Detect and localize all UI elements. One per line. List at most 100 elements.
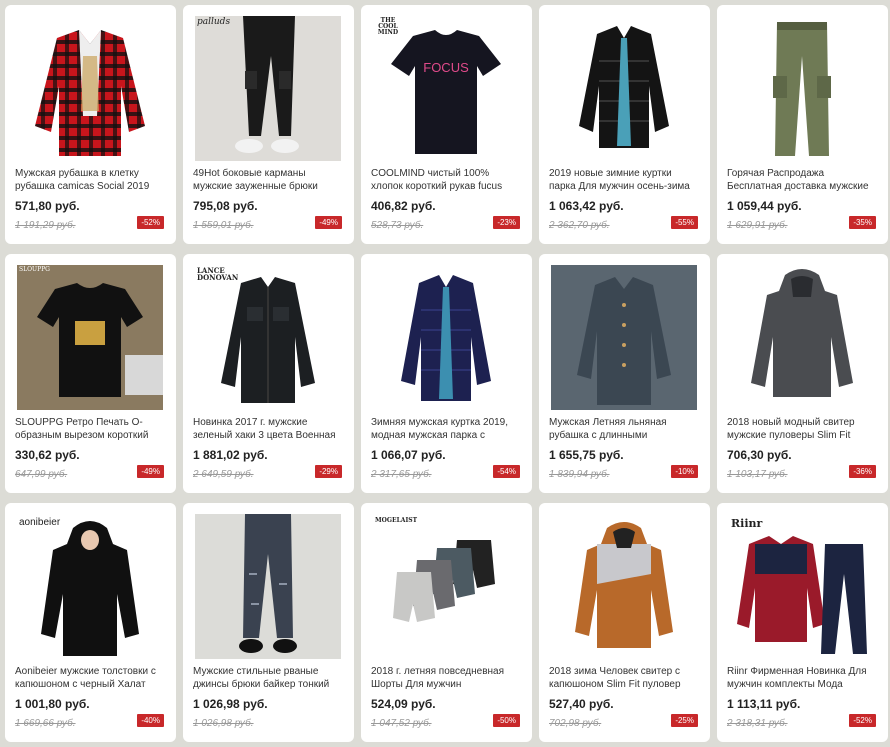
printed-tshirt-icon	[17, 265, 163, 410]
discount-badge: -49%	[137, 465, 164, 478]
brand-logo: THE COOL MIND	[377, 17, 399, 36]
discount-badge: -36%	[849, 465, 876, 478]
brand-logo: Riinr	[731, 517, 763, 530]
product-image[interactable]	[729, 265, 875, 410]
product-image[interactable]: LANCE DONOVAN	[195, 265, 341, 410]
product-title[interactable]: SLOUPPG Ретро Печать O-образным вырезом …	[15, 416, 167, 442]
product-price: 527,40 руб.	[549, 697, 614, 711]
product-old-price: 2 318,31 руб.	[727, 718, 788, 729]
product-card[interactable]: LANCE DONOVAN Новинка 2017 г. мужские зе…	[183, 254, 354, 493]
product-card[interactable]: 2018 зима Человек свитер с капюшоном Sli…	[539, 503, 710, 742]
product-old-price: 1 669,66 руб.	[15, 718, 76, 729]
product-title[interactable]: Riinr Фирменная Новинка Для мужчин компл…	[727, 665, 879, 691]
product-title[interactable]: 49Hot боковые карманы мужские зауженные …	[193, 167, 345, 193]
discount-badge: -50%	[493, 714, 520, 727]
product-card[interactable]: Зимняя мужская куртка 2019, модная мужск…	[361, 254, 532, 493]
product-image[interactable]: palluds	[195, 16, 341, 161]
discount-badge: -52%	[137, 216, 164, 229]
product-title[interactable]: Новинка 2017 г. мужские зеленый хаки 3 ц…	[193, 416, 345, 442]
product-card[interactable]: Горячая Распродажа Бесплатная доставка м…	[717, 5, 888, 244]
product-card[interactable]: palluds 49Hot боковые карманы мужские за…	[183, 5, 354, 244]
product-card[interactable]: 2019 новые зимние куртки парка Для мужчи…	[539, 5, 710, 244]
red-plaid-shirt-icon	[35, 30, 145, 156]
linen-shirt-icon	[551, 265, 697, 410]
navy-puffer-jacket-icon	[401, 275, 491, 401]
product-price: 1 113,11 руб.	[727, 697, 801, 711]
discount-badge: -25%	[671, 714, 698, 727]
discount-badge: -29%	[315, 465, 342, 478]
brand-logo: aonibeier	[19, 517, 61, 528]
product-old-price: 1 103,17 руб.	[727, 469, 788, 480]
product-title[interactable]: Мужские стильные рваные джинсы брюки бай…	[193, 665, 345, 691]
product-title[interactable]: Мужская Летняя льняная рубашка с длинным…	[549, 416, 701, 442]
discount-badge: -49%	[315, 216, 342, 229]
product-card[interactable]: aonibeier Aonibeier мужские толстовки с …	[5, 503, 176, 742]
black-long-hoodie-icon	[41, 521, 139, 656]
discount-badge: -54%	[493, 465, 520, 478]
product-card[interactable]: Мужская Летняя льняная рубашка с длинным…	[539, 254, 710, 493]
product-price: 1 655,75 руб.	[549, 448, 624, 462]
product-card[interactable]: Мужская рубашка в клетку рубашка camicas…	[5, 5, 176, 244]
product-image[interactable]	[729, 16, 875, 161]
product-price: 1 881,02 руб.	[193, 448, 268, 462]
product-price: 524,09 руб.	[371, 697, 436, 711]
grey-hoodie-icon	[751, 269, 853, 397]
product-image[interactable]: aonibeier	[17, 514, 163, 659]
shirt-print-text: FOCUS	[423, 60, 469, 75]
product-price: 330,62 руб.	[15, 448, 80, 462]
brand-logo: palluds	[197, 17, 231, 27]
product-card[interactable]: MOGELAIST 2018 г. летняя повседневная Шо…	[361, 503, 532, 742]
product-price: 1 059,44 руб.	[727, 199, 802, 213]
product-image[interactable]	[551, 514, 697, 659]
black-puffer-jacket-icon	[579, 26, 669, 148]
discount-badge: -40%	[137, 714, 164, 727]
product-image[interactable]	[195, 514, 341, 659]
ripped-jeans-icon	[195, 514, 341, 659]
product-card[interactable]: SLOUPPG SLOUPPG Ретро Печать O-образным …	[5, 254, 176, 493]
product-old-price: 2 649,59 руб.	[193, 469, 254, 480]
orange-hoodie-icon	[575, 522, 673, 648]
product-price: 1 066,07 руб.	[371, 448, 446, 462]
product-old-price: 2 317,65 руб.	[371, 469, 432, 480]
product-old-price: 2 362,70 руб.	[549, 220, 610, 231]
discount-badge: -55%	[671, 216, 698, 229]
military-jacket-icon	[221, 277, 315, 403]
discount-badge: -10%	[671, 465, 698, 478]
product-card[interactable]: Мужские стильные рваные джинсы брюки бай…	[183, 503, 354, 742]
product-old-price: 528,73 руб.	[371, 220, 424, 231]
product-old-price: 1 559,01 руб.	[193, 220, 254, 231]
product-old-price: 1 191,29 руб.	[15, 220, 76, 231]
product-card[interactable]: 2018 новый модный свитер мужские пуловер…	[717, 254, 888, 493]
product-image[interactable]: Riinr	[729, 514, 875, 659]
product-title[interactable]: Aonibeier мужские толстовки с капюшоном …	[15, 665, 167, 691]
product-image[interactable]	[373, 265, 519, 410]
product-title[interactable]: Зимняя мужская куртка 2019, модная мужск…	[371, 416, 523, 442]
product-title[interactable]: 2019 новые зимние куртки парка Для мужчи…	[549, 167, 701, 193]
product-image[interactable]: SLOUPPG	[17, 265, 163, 410]
black-cargo-pants-icon	[195, 16, 341, 161]
discount-badge: -35%	[849, 216, 876, 229]
product-price: 795,08 руб.	[193, 199, 258, 213]
product-image[interactable]: MOGELAIST	[373, 514, 519, 659]
product-old-price: 1 839,94 руб.	[549, 469, 610, 480]
product-old-price: 647,99 руб.	[15, 469, 68, 480]
product-title[interactable]: 2018 зима Человек свитер с капюшоном Sli…	[549, 665, 701, 691]
product-title[interactable]: COOLMIND чистый 100% хлопок короткий рук…	[371, 167, 523, 193]
product-image[interactable]: FOCUS THE COOL MIND	[373, 16, 519, 161]
product-price: 706,30 руб.	[727, 448, 792, 462]
discount-badge: -23%	[493, 216, 520, 229]
product-title[interactable]: 2018 г. летняя повседневная Шорты Для му…	[371, 665, 523, 691]
product-card[interactable]: FOCUS THE COOL MIND COOLMIND чистый 100%…	[361, 5, 532, 244]
product-image[interactable]	[551, 265, 697, 410]
brand-logo: LANCE DONOVAN	[197, 266, 239, 282]
brand-logo: SLOUPPG	[19, 266, 50, 273]
product-image[interactable]	[551, 16, 697, 161]
product-image[interactable]	[17, 16, 163, 161]
shorts-set-icon	[393, 540, 495, 622]
product-title[interactable]: Мужская рубашка в клетку рубашка camicas…	[15, 167, 167, 193]
product-title[interactable]: 2018 новый модный свитер мужские пуловер…	[727, 416, 879, 442]
green-cargo-pants-icon	[773, 22, 831, 156]
product-price: 406,82 руб.	[371, 199, 436, 213]
product-title[interactable]: Горячая Распродажа Бесплатная доставка м…	[727, 167, 879, 193]
product-card[interactable]: Riinr Riinr Фирменная Новинка Для мужчин…	[717, 503, 888, 742]
